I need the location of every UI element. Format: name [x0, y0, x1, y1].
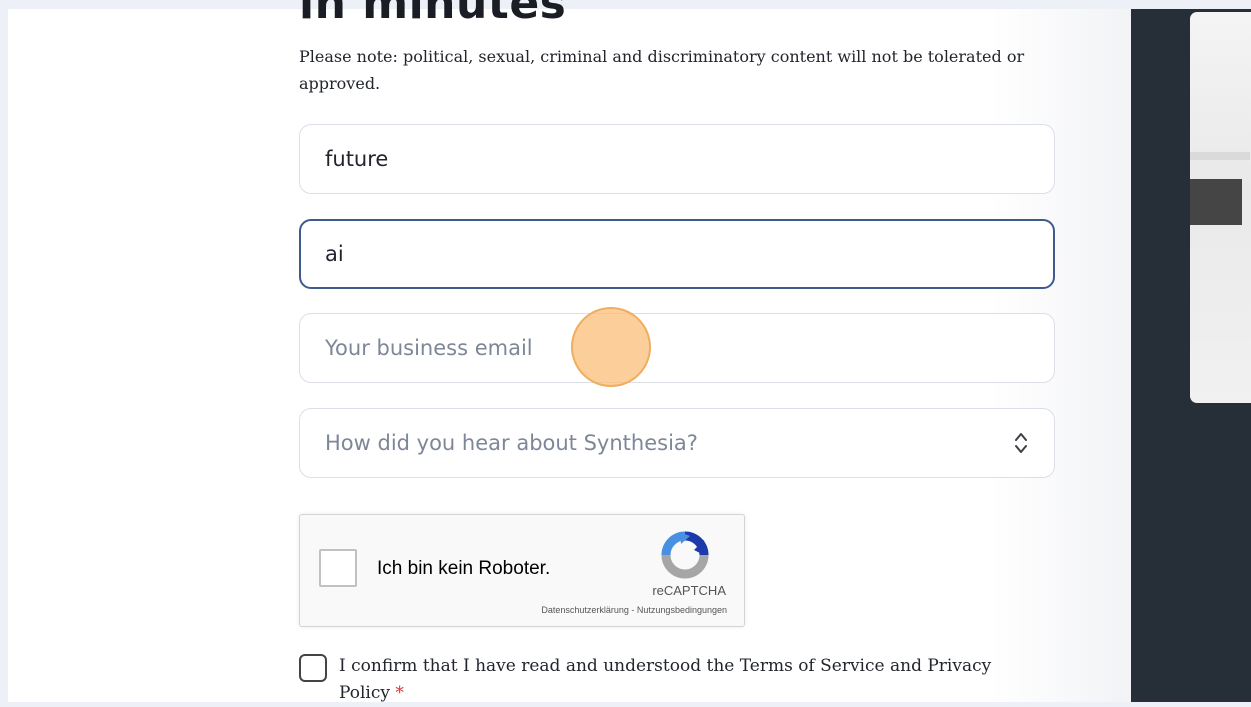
chevron-up-down-icon — [1015, 433, 1027, 453]
terms-consent-checkbox[interactable] — [299, 654, 327, 682]
preview-stripe — [1190, 152, 1250, 160]
content-policy-note: Please note: political, sexual, criminal… — [299, 47, 1025, 93]
first-name-field[interactable]: future — [299, 124, 1055, 194]
terms-consent-text: I confirm that I have read and understoo… — [339, 656, 992, 703]
required-marker: * — [395, 683, 404, 703]
email-field[interactable]: Your business email — [299, 313, 1055, 383]
source-select[interactable]: How did you hear about Synthesia? — [299, 408, 1055, 478]
email-placeholder: Your business email — [325, 336, 533, 360]
last-name-value: ai — [325, 242, 344, 266]
page-heading: in minutes — [299, 0, 567, 29]
recaptcha-checkbox[interactable] — [319, 549, 357, 587]
recaptcha-legal-links[interactable]: Datenschutzerklärung - Nutzungsbedingung… — [541, 605, 727, 615]
recaptcha-logo-icon — [661, 531, 709, 579]
last-name-field[interactable]: ai — [299, 219, 1055, 289]
source-select-placeholder: How did you hear about Synthesia? — [325, 431, 698, 455]
terms-consent-label: I confirm that I have read and understoo… — [339, 653, 1039, 707]
recaptcha-label: Ich bin kein Roboter. — [377, 558, 551, 579]
click-cursor-indicator — [571, 307, 651, 387]
first-name-value: future — [325, 147, 389, 171]
recaptcha-brand: reCAPTCHA — [652, 583, 726, 598]
recaptcha-widget: Ich bin kein Roboter. reCAPTCHA Datensch… — [299, 514, 745, 627]
preview-block — [1190, 179, 1242, 225]
side-preview-card — [1190, 12, 1251, 403]
